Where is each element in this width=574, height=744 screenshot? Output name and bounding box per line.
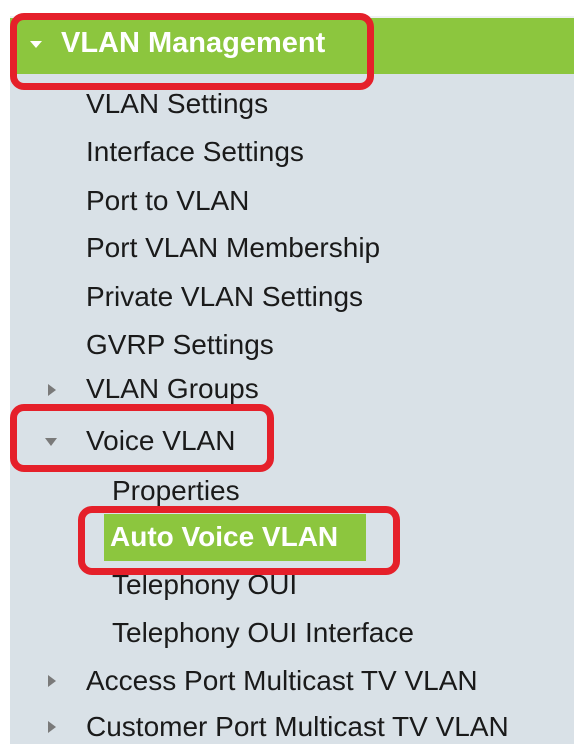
submenu-item-telephony-oui-interface[interactable]: Telephony OUI Interface bbox=[112, 617, 414, 649]
submenu-item-label: Auto Voice VLAN bbox=[110, 521, 339, 552]
menu-item-vlan-groups[interactable]: VLAN Groups bbox=[86, 373, 259, 405]
caret-right-icon[interactable] bbox=[48, 721, 56, 733]
menu-header-label: VLAN Management bbox=[61, 27, 326, 59]
menu-item-voice-vlan[interactable]: Voice VLAN bbox=[86, 425, 235, 457]
caret-down-icon bbox=[30, 41, 42, 48]
menu-item-vlan-settings[interactable]: VLAN Settings bbox=[86, 88, 268, 120]
menu-item-customer-port-multicast-tv-vlan[interactable]: Customer Port Multicast TV VLAN bbox=[86, 711, 509, 743]
menu-item-port-to-vlan[interactable]: Port to VLAN bbox=[86, 185, 249, 217]
menu-header-vlan-management[interactable]: VLAN Management bbox=[10, 18, 574, 74]
menu-item-private-vlan-settings[interactable]: Private VLAN Settings bbox=[86, 281, 363, 313]
caret-right-icon[interactable] bbox=[48, 675, 56, 687]
submenu-item-telephony-oui[interactable]: Telephony OUI bbox=[112, 569, 297, 601]
submenu-item-properties[interactable]: Properties bbox=[112, 475, 240, 507]
caret-down-icon[interactable] bbox=[45, 438, 57, 446]
menu-item-interface-settings[interactable]: Interface Settings bbox=[86, 136, 304, 168]
menu-item-gvrp-settings[interactable]: GVRP Settings bbox=[86, 329, 274, 361]
menu-item-port-vlan-membership[interactable]: Port VLAN Membership bbox=[86, 232, 380, 264]
menu-item-access-port-multicast-tv-vlan[interactable]: Access Port Multicast TV VLAN bbox=[86, 665, 478, 697]
caret-right-icon[interactable] bbox=[48, 384, 56, 396]
submenu-item-auto-voice-vlan[interactable]: Auto Voice VLAN bbox=[104, 514, 366, 561]
